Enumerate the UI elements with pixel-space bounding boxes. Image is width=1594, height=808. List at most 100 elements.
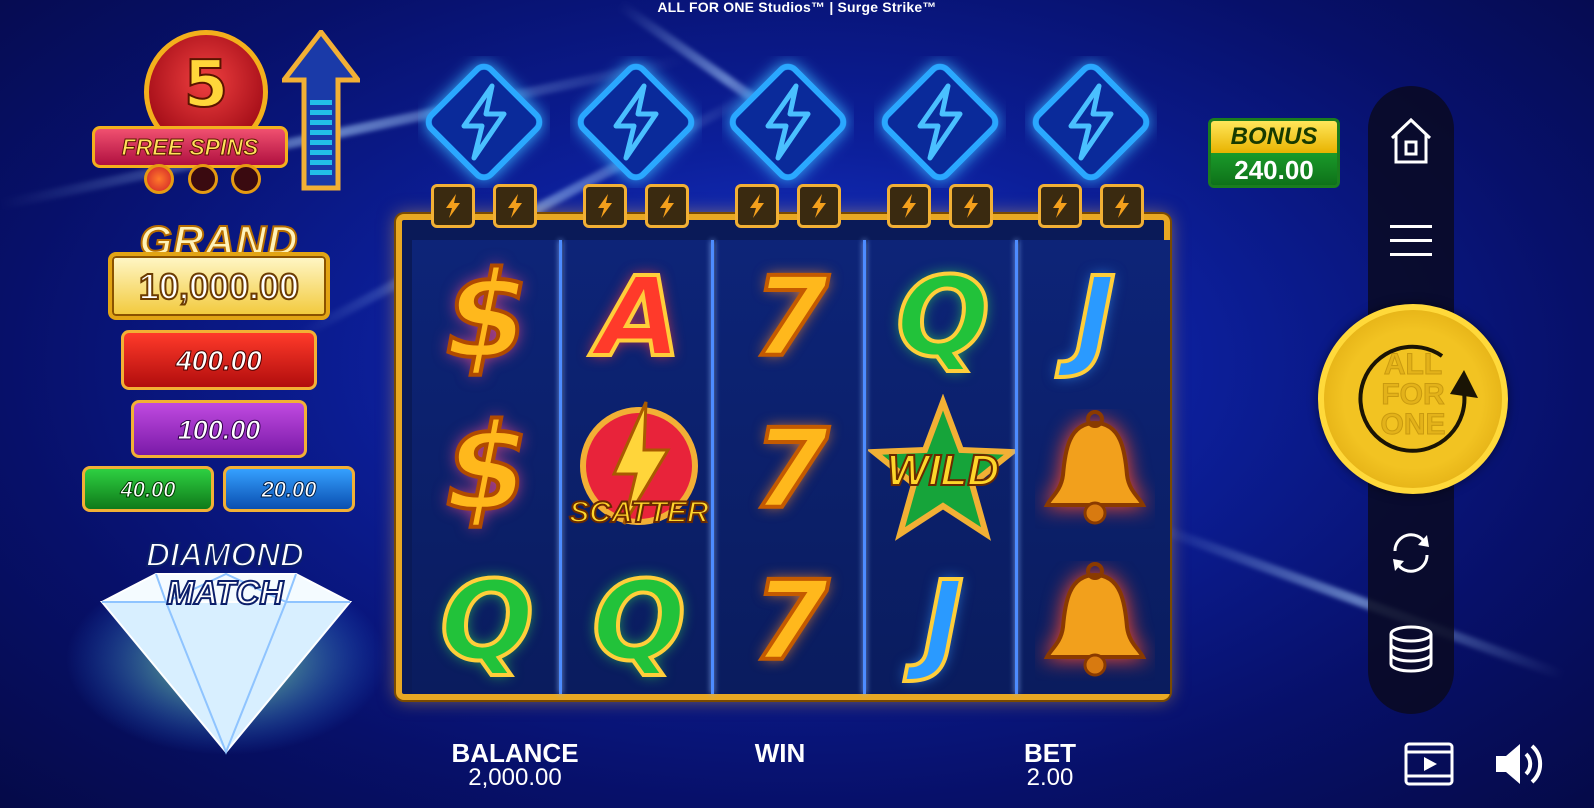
reel-symbol: J	[1020, 242, 1170, 392]
bell-symbol	[1020, 394, 1170, 544]
lightning-icon	[508, 194, 522, 218]
reel-symbol: 7	[716, 546, 866, 696]
bet-settings-button[interactable]	[1382, 620, 1440, 678]
lightning-diamond-icon	[1032, 63, 1150, 181]
balance-value: 2,000.00	[468, 764, 562, 791]
replay-button[interactable]	[1404, 742, 1454, 791]
wild-label: WILD	[886, 445, 1000, 496]
reel-symbol: Q	[412, 546, 562, 696]
lightning-icon	[812, 194, 826, 218]
free-spins-progress-dot	[188, 164, 218, 194]
lightning-icon	[598, 194, 612, 218]
bell-symbol	[1020, 546, 1170, 696]
sound-button[interactable]	[1494, 742, 1546, 791]
reel-divider	[711, 240, 714, 694]
charge-slot	[887, 184, 931, 228]
reel-symbol: A	[564, 242, 714, 392]
seven-symbol-glyph: 7	[751, 253, 832, 381]
home-button[interactable]	[1382, 112, 1440, 170]
video-icon	[1404, 742, 1454, 786]
bell-icon	[1043, 410, 1147, 525]
bell-icon	[1043, 562, 1147, 677]
lightning-icon	[660, 194, 674, 218]
mini-jackpot-value: 40.00	[82, 466, 214, 512]
scatter-label: SCATTER	[568, 495, 709, 530]
free-spins-progress-dot	[231, 164, 261, 194]
j-symbol-glyph: J	[921, 557, 966, 685]
charge-slot	[493, 184, 537, 228]
lightning-diamond-icon	[729, 63, 847, 181]
menu-button[interactable]	[1382, 212, 1440, 270]
q-symbol-glyph: Q	[590, 557, 687, 685]
lightning-diamond-icon	[577, 63, 695, 181]
scatter-symbol: SCATTER	[564, 394, 714, 544]
lightning-diamond-icon	[425, 63, 543, 181]
a-symbol-glyph: A	[594, 253, 683, 381]
grand-jackpot-value: 10,000.00	[108, 252, 330, 320]
free-spins-progress-dot	[144, 164, 174, 194]
charge-slot	[583, 184, 627, 228]
upgrade-arrow-icon	[282, 30, 360, 191]
reel-column: $ $ Q	[412, 240, 562, 694]
background-light-beam	[1148, 520, 1566, 681]
charge-slot	[1100, 184, 1144, 228]
reel-divider	[863, 240, 866, 694]
q-symbol-glyph: Q	[894, 253, 991, 381]
game-title: ALL FOR ONE Studios™ | Surge Strike™	[657, 0, 937, 15]
reel-symbol: Q	[868, 242, 1018, 392]
lightning-icon	[446, 194, 460, 218]
reel-column: Q WILD J	[868, 240, 1018, 694]
lightning-icon	[902, 194, 916, 218]
home-icon	[1390, 117, 1432, 164]
lightning-icon	[1053, 194, 1067, 218]
diamond-match-line2: MATCH	[166, 573, 285, 612]
dollar-symbol-glyph: $	[443, 399, 530, 538]
reel-symbol: Q	[564, 546, 714, 696]
autoplay-button[interactable]	[1382, 524, 1440, 582]
free-spins-count: 5	[183, 48, 230, 122]
mini-jackpot-value-2: 20.00	[223, 466, 355, 512]
coins-icon	[1389, 625, 1433, 673]
bonus-label: BONUS	[1211, 121, 1337, 153]
reel-divider	[1015, 240, 1018, 694]
charge-slot	[735, 184, 779, 228]
reel-symbol: J	[868, 546, 1018, 696]
free-spins-label: FREE SPINS	[92, 126, 288, 168]
lightning-icon	[964, 194, 978, 218]
reel-divider	[559, 240, 562, 694]
q-symbol-glyph: Q	[438, 557, 535, 685]
reel-symbol: 7	[716, 394, 866, 544]
win-label: WIN	[754, 738, 806, 768]
charge-slot	[797, 184, 841, 228]
reel-column: A SCATTER Q	[564, 240, 714, 694]
reel-symbol: $	[412, 394, 562, 544]
wild-symbol: WILD	[868, 394, 1018, 544]
charge-slot	[645, 184, 689, 228]
reel-column: 7 7 7	[716, 240, 866, 694]
charge-slot	[1038, 184, 1082, 228]
dollar-symbol-glyph: $	[443, 247, 530, 386]
menu-icon	[1390, 225, 1432, 256]
seven-symbol-glyph: 7	[751, 405, 832, 533]
diamond-match-line1: DIAMOND	[145, 535, 305, 574]
charge-slot	[431, 184, 475, 228]
bonus-display: BONUS 240.00	[1208, 118, 1340, 188]
lightning-icon	[750, 194, 764, 218]
reel-grid: $ $ Q A SCATTER Q 7 7 7 Q WILD J J	[396, 214, 1170, 700]
diamond-match-title: DIAMOND MATCH	[120, 535, 330, 612]
minor-jackpot-value: 100.00	[131, 400, 307, 458]
reel-column: J	[1020, 240, 1170, 694]
major-jackpot-value: 400.00	[121, 330, 317, 390]
reel-symbol: $	[412, 242, 562, 392]
lightning-diamond-icon	[881, 63, 999, 181]
spin-arrow-icon	[1358, 344, 1478, 453]
bet-value: 2.00	[1026, 764, 1074, 791]
seven-symbol-glyph: 7	[751, 557, 832, 685]
autoplay-icon	[1393, 533, 1429, 573]
reel-symbol: 7	[716, 242, 866, 392]
sound-icon	[1496, 744, 1543, 784]
j-symbol-glyph: J	[1073, 253, 1118, 381]
charge-slot	[949, 184, 993, 228]
bonus-value: 240.00	[1211, 153, 1337, 185]
lightning-icon	[1115, 194, 1129, 218]
